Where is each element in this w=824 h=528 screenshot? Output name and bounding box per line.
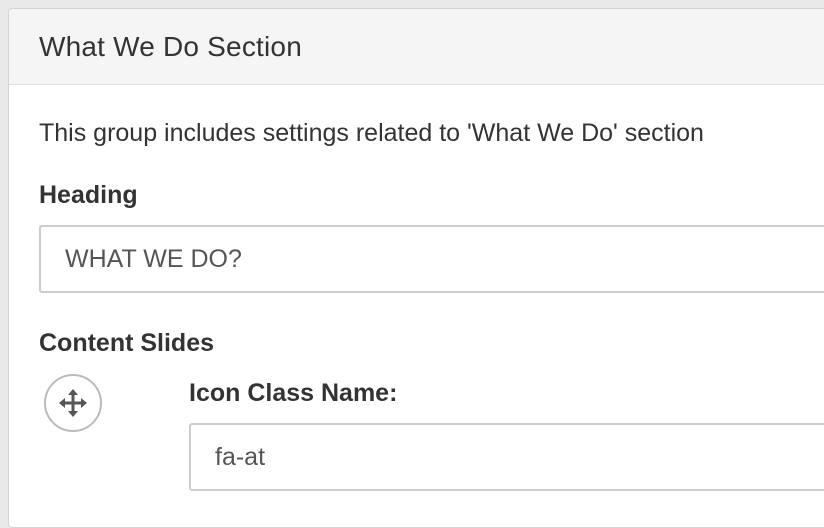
icon-class-name-label: Icon Class Name: <box>189 379 398 407</box>
icon-class-name-input[interactable]: fa-at <box>189 423 824 491</box>
arrows-move-icon <box>59 389 87 417</box>
heading-input[interactable]: WHAT WE DO? <box>39 225 824 293</box>
settings-panel: What We Do Section This group includes s… <box>8 8 824 528</box>
panel-description: This group includes settings related to … <box>39 119 704 147</box>
heading-label: Heading <box>39 181 138 209</box>
panel-title: What We Do Section <box>39 30 302 62</box>
panel-header: What We Do Section <box>9 9 824 85</box>
drag-handle[interactable] <box>44 374 102 432</box>
content-slides-label: Content Slides <box>39 329 215 357</box>
